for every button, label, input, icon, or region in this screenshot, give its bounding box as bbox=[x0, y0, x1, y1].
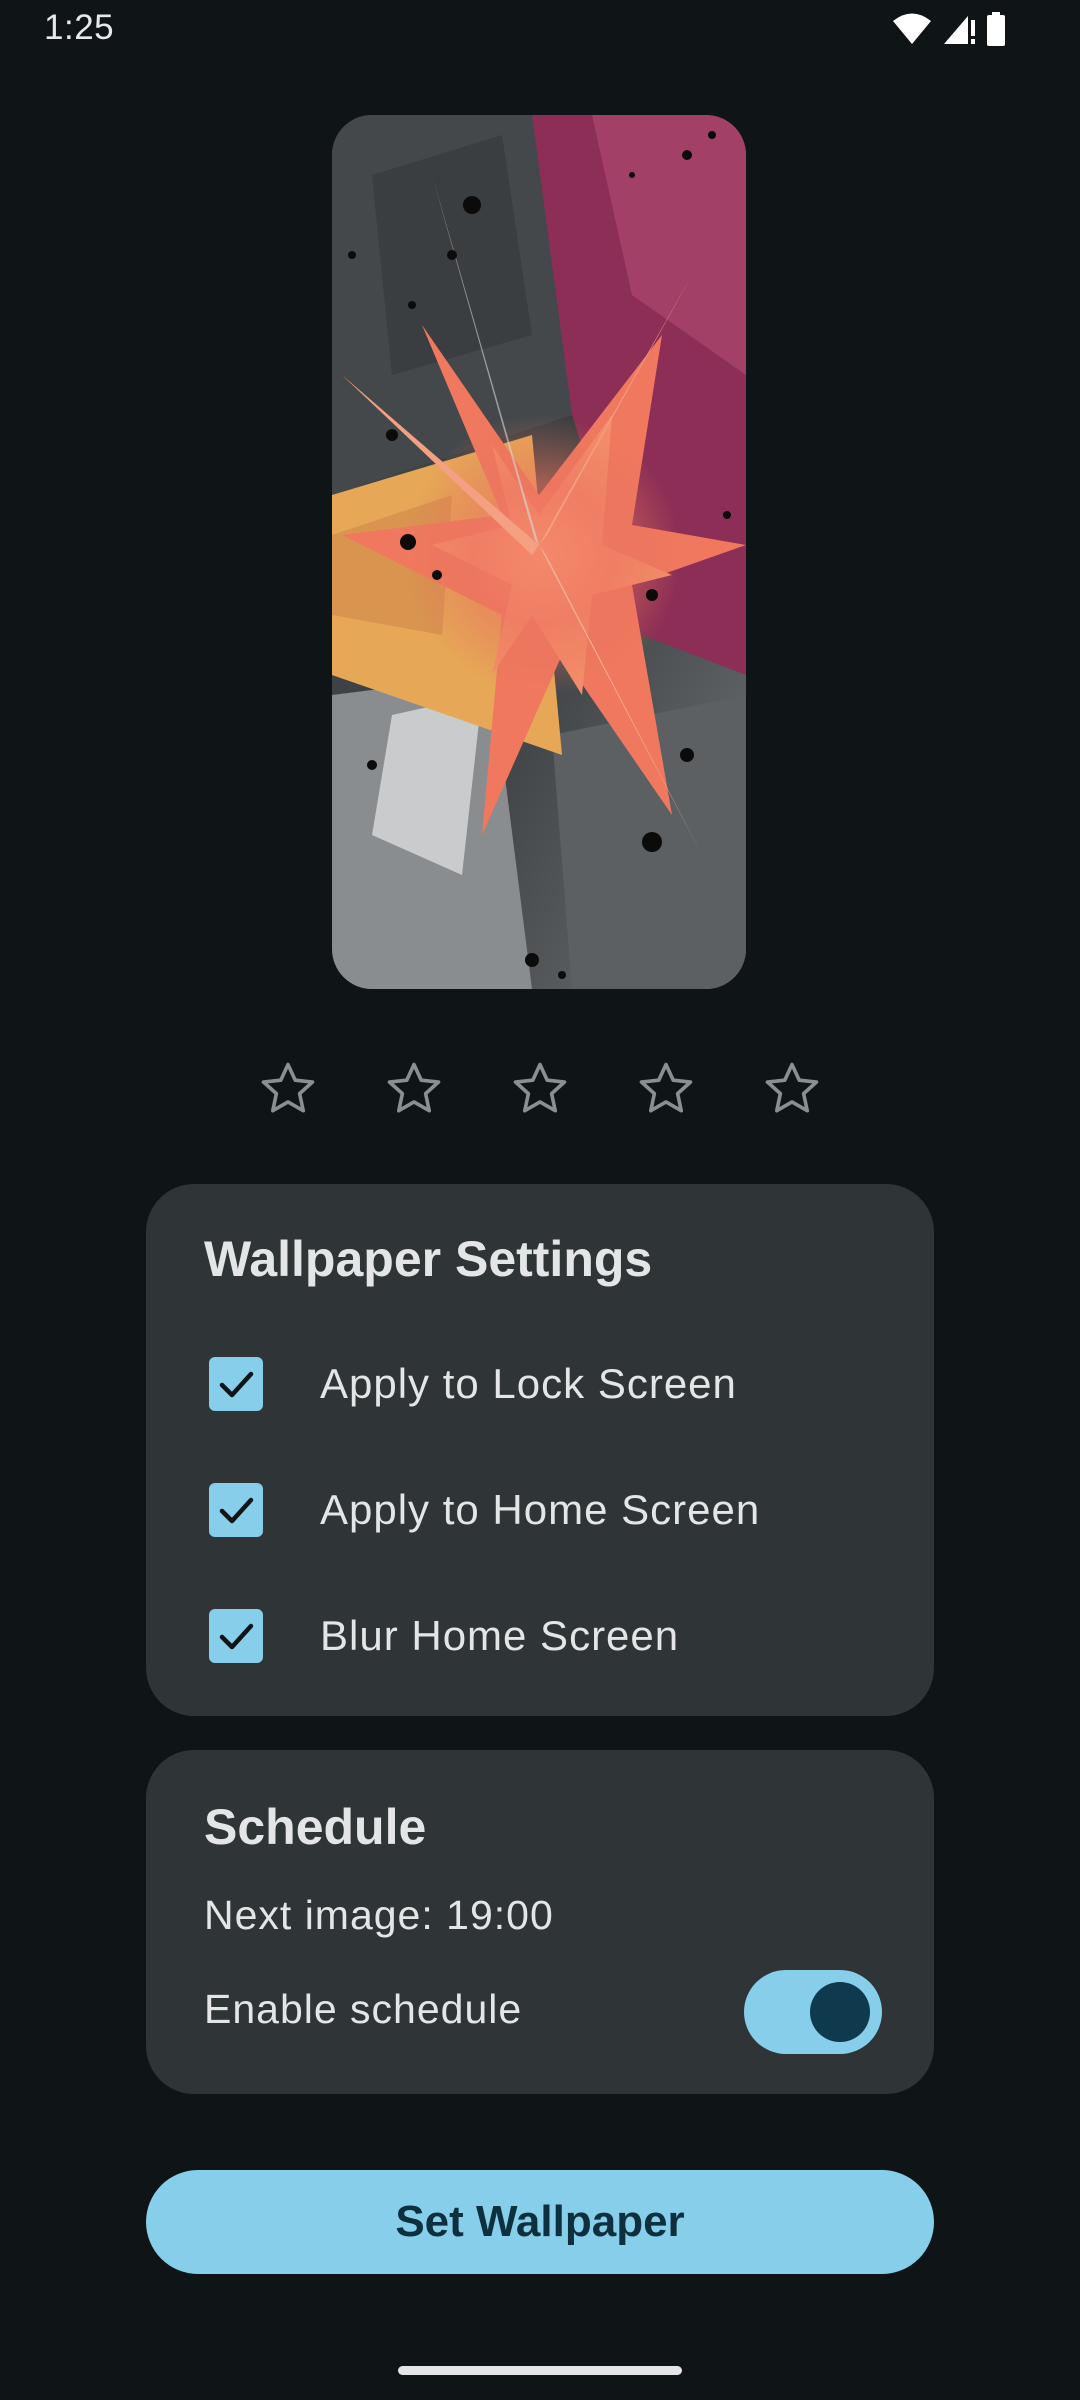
checkmark-icon bbox=[219, 1371, 254, 1398]
apply-home-screen-label: Apply to Home Screen bbox=[320, 1486, 761, 1533]
star-icon[interactable] bbox=[509, 1058, 571, 1120]
blur-home-screen-label: Blur Home Screen bbox=[320, 1612, 680, 1659]
star-icon[interactable] bbox=[257, 1058, 319, 1120]
cellular-signal-icon bbox=[942, 12, 976, 51]
blur-home-screen-option[interactable]: Blur Home Screen bbox=[204, 1594, 904, 1678]
wallpaper-settings-card: Wallpaper Settings Apply to Lock Screen … bbox=[146, 1184, 934, 1716]
apply-home-screen-checkbox[interactable] bbox=[209, 1483, 263, 1537]
next-image-time: Next image: 19:00 bbox=[204, 1892, 554, 1938]
wifi-icon bbox=[892, 12, 932, 51]
apply-lock-screen-option[interactable]: Apply to Lock Screen bbox=[204, 1342, 904, 1426]
star-icon[interactable] bbox=[761, 1058, 823, 1120]
apply-lock-screen-checkbox[interactable] bbox=[209, 1357, 263, 1411]
toggle-knob bbox=[810, 1982, 870, 2042]
apply-lock-screen-label: Apply to Lock Screen bbox=[320, 1360, 737, 1407]
home-indicator[interactable] bbox=[398, 2366, 682, 2375]
star-icon[interactable] bbox=[635, 1058, 697, 1120]
wallpaper-screen: 1:25 Wallpaper Settings Apply to Lock Sc… bbox=[0, 0, 1080, 2400]
status-time: 1:25 bbox=[44, 8, 115, 47]
checkmark-icon bbox=[219, 1623, 254, 1650]
checkmark-icon bbox=[219, 1497, 254, 1524]
battery-icon bbox=[986, 12, 1006, 51]
wallpaper-preview[interactable] bbox=[332, 115, 746, 989]
star-icon[interactable] bbox=[383, 1058, 445, 1120]
enable-schedule-toggle[interactable] bbox=[744, 1970, 882, 2054]
blur-home-screen-checkbox[interactable] bbox=[209, 1609, 263, 1663]
star-rating bbox=[0, 1058, 1080, 1122]
status-bar: 1:25 bbox=[0, 0, 1080, 62]
wallpaper-preview-image bbox=[332, 115, 746, 989]
wallpaper-settings-title: Wallpaper Settings bbox=[204, 1231, 653, 1287]
status-icons bbox=[892, 12, 1006, 51]
schedule-card: Schedule Next image: 19:00 Enable schedu… bbox=[146, 1750, 934, 2094]
apply-home-screen-option[interactable]: Apply to Home Screen bbox=[204, 1468, 904, 1552]
enable-schedule-label: Enable schedule bbox=[204, 1986, 523, 2032]
schedule-title: Schedule bbox=[204, 1799, 427, 1855]
set-wallpaper-button[interactable]: Set Wallpaper bbox=[146, 2170, 934, 2274]
